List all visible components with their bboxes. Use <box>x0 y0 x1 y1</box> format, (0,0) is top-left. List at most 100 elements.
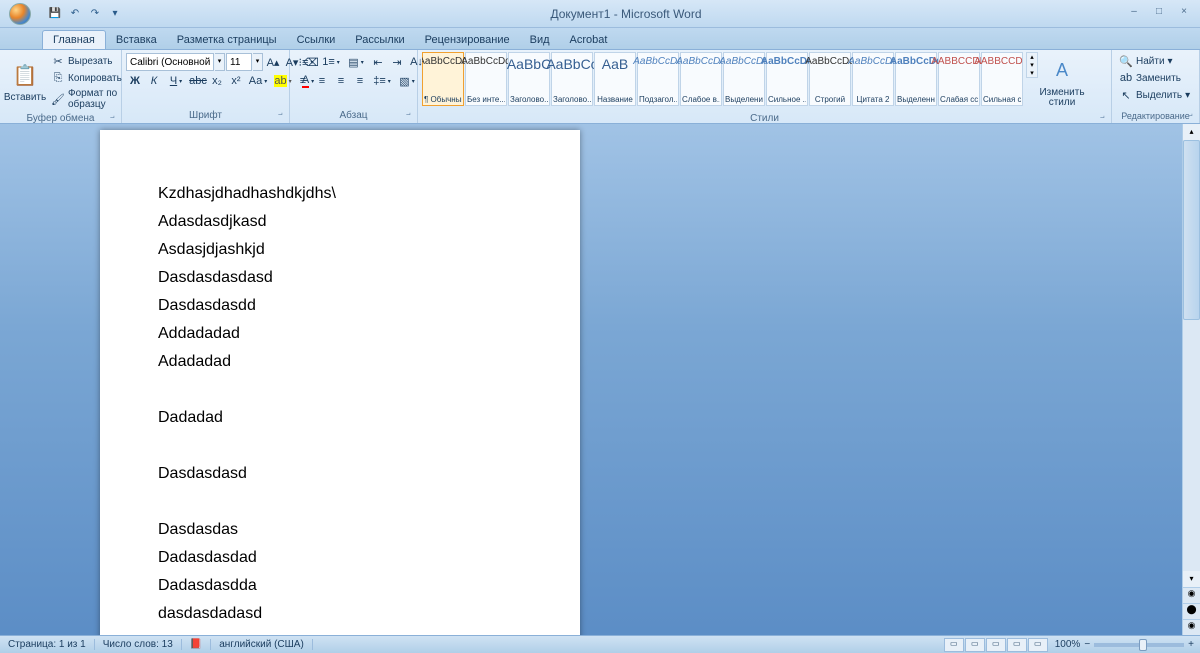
tab-mailings[interactable]: Рассылки <box>345 31 414 49</box>
zoom-level[interactable]: 100% <box>1055 639 1081 650</box>
doc-para-6[interactable]: Adadadad <box>158 353 522 371</box>
change-styles-button[interactable]: A Изменить стили <box>1041 52 1083 112</box>
tab-page-layout[interactable]: Разметка страницы <box>167 31 287 49</box>
next-page-button[interactable]: ◉ <box>1183 619 1200 635</box>
style-card-3[interactable]: AaBbCcЗаголово... <box>551 52 593 106</box>
font-size-drop[interactable]: ▾ <box>253 53 263 71</box>
doc-para-10[interactable]: Dasdasdasd <box>158 465 522 483</box>
style-card-2[interactable]: AaBbCЗаголово... <box>508 52 550 106</box>
qat-redo-button[interactable]: ↷ <box>86 5 104 23</box>
style-scroll-up[interactable]: ▴ <box>1027 53 1037 61</box>
app-maximize-button[interactable]: □ <box>1147 6 1171 22</box>
status-page[interactable]: Страница: 1 из 1 <box>0 639 95 650</box>
style-card-6[interactable]: AaBbCcDdСлабое в... <box>680 52 722 106</box>
scroll-down-button[interactable]: ▾ <box>1183 571 1200 587</box>
zoom-in-button[interactable]: + <box>1188 639 1194 650</box>
justify-button[interactable]: ≡ <box>351 72 369 90</box>
bullets-button[interactable]: ⁝≡ <box>294 53 318 71</box>
paragraph-group-title[interactable]: Абзац <box>294 109 413 123</box>
document-area[interactable]: Kzdhasjdhadhashdkjdhs\ Adasdasdjkasd Asdas… <box>0 124 1182 635</box>
change-case-button[interactable]: Aa <box>246 72 270 90</box>
style-card-10[interactable]: AaBbCcDdЦитата 2 <box>852 52 894 106</box>
subscript-button[interactable]: x₂ <box>208 72 226 90</box>
office-button[interactable] <box>0 0 40 28</box>
style-card-9[interactable]: AaBbCcDdСтрогий <box>809 52 851 106</box>
grow-font-button[interactable]: A▴ <box>264 53 282 71</box>
cut-button[interactable]: ✂Вырезать <box>48 53 125 69</box>
tab-review[interactable]: Рецензирование <box>415 31 520 49</box>
doc-para-8[interactable]: Dadadad <box>158 409 522 427</box>
numbering-button[interactable]: 1≡ <box>319 53 343 71</box>
shading-button[interactable]: ▧ <box>395 72 419 90</box>
app-minimize-button[interactable]: – <box>1122 6 1146 22</box>
scroll-up-button[interactable]: ▴ <box>1183 124 1200 140</box>
italic-button[interactable]: К <box>145 72 163 90</box>
draft-view[interactable]: ▭ <box>1028 638 1048 652</box>
align-left-button[interactable]: ≡ <box>294 72 312 90</box>
full-screen-view[interactable]: ▭ <box>965 638 985 652</box>
select-button[interactable]: ↖Выделить ▾ <box>1116 87 1193 103</box>
align-right-button[interactable]: ≡ <box>332 72 350 90</box>
tab-acrobat[interactable]: Acrobat <box>560 31 618 49</box>
qat-undo-button[interactable]: ↶ <box>66 5 84 23</box>
qat-customize-button[interactable]: ▾ <box>106 5 124 23</box>
font-name-combo[interactable] <box>126 53 214 71</box>
doc-para-0[interactable]: Kzdhasjdhadhashdkjdhs\ <box>158 185 522 203</box>
format-painter-button[interactable]: 🖌Формат по образцу <box>48 87 125 111</box>
page[interactable]: Kzdhasjdhadhashdkjdhs\ Adasdasdjkasd Asdas… <box>100 130 580 635</box>
multilevel-button[interactable]: ▤ <box>344 53 368 71</box>
doc-para-9[interactable] <box>158 437 522 455</box>
doc-para-1[interactable]: Adasdasdjkasd <box>158 213 522 231</box>
align-center-button[interactable]: ≡ <box>313 72 331 90</box>
doc-para-2[interactable]: Asdasjdjashkjd <box>158 241 522 259</box>
scroll-thumb[interactable] <box>1183 140 1200 320</box>
style-card-13[interactable]: AABBCCDDСильная с... <box>981 52 1023 106</box>
copy-button[interactable]: ⎘Копировать <box>48 70 125 86</box>
qat-save-button[interactable]: 💾 <box>46 5 64 23</box>
tab-view[interactable]: Вид <box>520 31 560 49</box>
status-language[interactable]: английский (США) <box>211 639 313 650</box>
underline-button[interactable]: Ч <box>164 72 188 90</box>
replace-button[interactable]: abЗаменить <box>1116 70 1184 86</box>
zoom-slider[interactable] <box>1094 643 1184 647</box>
bold-button[interactable]: Ж <box>126 72 144 90</box>
app-close-button[interactable]: × <box>1172 6 1196 22</box>
doc-para-14[interactable]: Dadasdasdda <box>158 577 522 595</box>
doc-para-11[interactable] <box>158 493 522 511</box>
strike-button[interactable]: abc <box>189 72 207 90</box>
doc-para-15[interactable]: dasdasdadasd <box>158 605 522 623</box>
tab-home[interactable]: Главная <box>42 30 106 49</box>
browse-object-button[interactable]: ⬤ <box>1183 603 1200 619</box>
line-spacing-button[interactable]: ‡≡ <box>370 72 394 90</box>
style-scroll-down[interactable]: ▾ <box>1027 61 1037 69</box>
superscript-button[interactable]: x² <box>227 72 245 90</box>
outline-view[interactable]: ▭ <box>1007 638 1027 652</box>
tab-insert[interactable]: Вставка <box>106 31 167 49</box>
web-layout-view[interactable]: ▭ <box>986 638 1006 652</box>
print-layout-view[interactable]: ▭ <box>944 638 964 652</box>
style-scroll-more[interactable]: ▾ <box>1027 69 1037 77</box>
status-words[interactable]: Число слов: 13 <box>95 639 182 650</box>
font-name-drop[interactable]: ▾ <box>215 53 225 71</box>
zoom-slider-thumb[interactable] <box>1139 639 1147 651</box>
style-card-8[interactable]: AaBbCcDdСильное ... <box>766 52 808 106</box>
doc-para-3[interactable]: Dasdasdasdasd <box>158 269 522 287</box>
font-group-title[interactable]: Шрифт <box>126 109 285 123</box>
doc-para-13[interactable]: Dadasdasdad <box>158 549 522 567</box>
increase-indent-button[interactable]: ⇥ <box>388 53 406 71</box>
font-size-combo[interactable] <box>226 53 252 71</box>
scroll-track[interactable] <box>1183 140 1200 571</box>
status-proofing[interactable]: 📕 <box>182 639 211 650</box>
style-card-7[interactable]: AaBbCcDdВыделение <box>723 52 765 106</box>
doc-para-5[interactable]: Addadadad <box>158 325 522 343</box>
style-card-0[interactable]: AaBbCcDd¶ Обычный <box>422 52 464 106</box>
tab-references[interactable]: Ссылки <box>287 31 346 49</box>
style-card-1[interactable]: AaBbCcDdБез инте... <box>465 52 507 106</box>
prev-page-button[interactable]: ◉ <box>1183 587 1200 603</box>
style-card-5[interactable]: AaBbCcDdПодзагол... <box>637 52 679 106</box>
doc-para-7[interactable] <box>158 381 522 399</box>
zoom-out-button[interactable]: − <box>1084 639 1090 650</box>
decrease-indent-button[interactable]: ⇤ <box>369 53 387 71</box>
doc-para-4[interactable]: Dasdasdasdd <box>158 297 522 315</box>
style-card-4[interactable]: AaBНазвание <box>594 52 636 106</box>
